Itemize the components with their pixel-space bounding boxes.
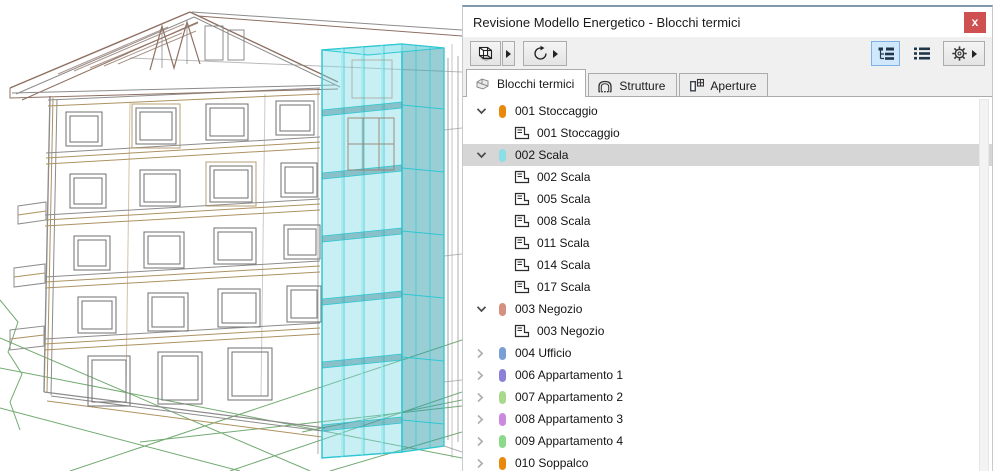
zone-color-chip [499, 149, 506, 162]
tree-item-label: 010 Soppalco [515, 456, 588, 470]
tab-label: Blocchi termici [497, 77, 574, 91]
tab-strutture[interactable]: Strutture [588, 73, 677, 97]
zone-color-chip [499, 303, 506, 316]
tree-item-label: 006 Appartamento 1 [515, 368, 623, 382]
thermal-block-icon [475, 77, 491, 91]
energy-model-review-palette: Revisione Modello Energetico - Blocchi t… [462, 5, 993, 471]
refresh-icon [532, 45, 549, 62]
thermal-blocks-tree: 001 Stoccaggio 001 Stoccaggio 002 Scala 002… [463, 97, 992, 471]
tree-scrollbar[interactable] [979, 99, 989, 471]
tree-zone-row[interactable]: 002 Scala [463, 166, 992, 188]
tree-item-label: 001 Stoccaggio [537, 126, 620, 140]
chevron-right-icon[interactable] [476, 414, 493, 425]
tree-group-row[interactable]: 007 Appartamento 2 [463, 386, 992, 408]
list-view-icon [913, 46, 931, 61]
tree-item-label: 003 Negozio [537, 324, 604, 338]
chevron-down-icon[interactable] [476, 305, 493, 313]
settings-button[interactable] [943, 41, 985, 66]
tree-item-label: 017 Scala [537, 280, 590, 294]
tree-group-row[interactable]: 009 Appartamento 4 [463, 430, 992, 452]
structure-arch-icon [597, 79, 613, 93]
chevron-down-icon[interactable] [476, 151, 493, 159]
tree-view-button[interactable] [871, 41, 900, 66]
settings-gear-icon [951, 45, 968, 62]
tree-item-label: 002 Scala [515, 148, 568, 162]
3d-view-button[interactable] [470, 41, 501, 66]
view-mode-group [871, 41, 985, 66]
building-wireframe-drawing [0, 0, 462, 471]
tab-label: Strutture [619, 79, 665, 93]
list-view-button[interactable] [907, 41, 936, 66]
tree-item-label: 008 Scala [537, 214, 590, 228]
3d-view-cube-icon [476, 45, 495, 63]
tree-group-row[interactable]: 002 Scala [463, 144, 992, 166]
3d-viewport[interactable] [0, 0, 462, 471]
facade-windows [66, 101, 321, 406]
tab-blocchi-termici[interactable]: Blocchi termici [466, 69, 586, 97]
tab-label: Aperture [710, 79, 756, 93]
tree-view-icon [877, 46, 895, 61]
tree-item-label: 001 Stoccaggio [515, 104, 598, 118]
tree-item-label: 002 Scala [537, 170, 590, 184]
tree-zone-row[interactable]: 011 Scala [463, 232, 992, 254]
tree-zone-row[interactable]: 014 Scala [463, 254, 992, 276]
zone-stamp-icon [514, 236, 530, 250]
tree-group-row[interactable]: 008 Appartamento 3 [463, 408, 992, 430]
chevron-right-icon[interactable] [476, 370, 493, 381]
zone-stamp-icon [514, 126, 530, 140]
tree-zone-row[interactable]: 003 Negozio [463, 320, 992, 342]
3d-view-dropdown-button[interactable] [502, 41, 515, 66]
app-window: Revisione Modello Energetico - Blocchi t… [0, 0, 994, 471]
tree-group-row[interactable]: 004 Ufficio [463, 342, 992, 364]
tab-aperture[interactable]: Aperture [679, 73, 768, 97]
zone-stamp-icon [514, 192, 530, 206]
zone-stamp-icon [514, 170, 530, 184]
chevron-right-icon[interactable] [476, 348, 493, 359]
zone-stamp-icon [514, 258, 530, 272]
tree-item-label: 003 Negozio [515, 302, 582, 316]
tree-group-row[interactable]: 006 Appartamento 1 [463, 364, 992, 386]
tree-zone-row[interactable]: 005 Scala [463, 188, 992, 210]
zone-color-chip [499, 457, 506, 470]
dropdown-arrow-icon [506, 50, 511, 58]
tree-group-row[interactable]: 003 Negozio [463, 298, 992, 320]
palette-tabbar: Blocchi termici Strutture [463, 70, 992, 97]
zone-color-chip [499, 435, 506, 448]
tree-item-label: 004 Ufficio [515, 346, 571, 360]
chevron-right-icon[interactable] [476, 458, 493, 469]
chevron-right-icon[interactable] [476, 436, 493, 447]
tree-zone-row[interactable]: 017 Scala [463, 276, 992, 298]
tree-item-label: 011 Scala [537, 236, 589, 250]
zone-color-chip [499, 413, 506, 426]
tree-item-label: 008 Appartamento 3 [515, 412, 623, 426]
update-button[interactable] [523, 41, 567, 66]
zone-color-chip [499, 369, 506, 382]
balconies [10, 202, 46, 350]
zone-stamp-icon [514, 280, 530, 294]
tree-item-label: 014 Scala [537, 258, 590, 272]
chevron-down-icon[interactable] [476, 107, 493, 115]
palette-titlebar[interactable]: Revisione Modello Energetico - Blocchi t… [463, 7, 992, 37]
opening-door-icon [688, 78, 704, 93]
tree-zone-row[interactable]: 001 Stoccaggio [463, 122, 992, 144]
tree-item-label: 009 Appartamento 4 [515, 434, 623, 448]
tree-item-label: 007 Appartamento 2 [515, 390, 623, 404]
zone-color-chip [499, 391, 506, 404]
tree-zone-row[interactable]: 008 Scala [463, 210, 992, 232]
zone-stamp-icon [514, 324, 530, 338]
dropdown-arrow-icon [972, 50, 977, 58]
highlighted-thermal-block [322, 44, 444, 458]
tree-item-label: 005 Scala [537, 192, 590, 206]
zone-stamp-icon [514, 214, 530, 228]
zone-color-chip [499, 347, 506, 360]
palette-title: Revisione Modello Energetico - Blocchi t… [473, 15, 964, 30]
palette-toolbar [463, 37, 992, 70]
tree-group-row[interactable]: 010 Soppalco [463, 452, 992, 471]
tree-group-row[interactable]: 001 Stoccaggio [463, 100, 992, 122]
close-button[interactable]: x [964, 12, 986, 33]
chevron-right-icon[interactable] [476, 392, 493, 403]
dropdown-arrow-icon [553, 50, 558, 58]
zone-color-chip [499, 105, 506, 118]
